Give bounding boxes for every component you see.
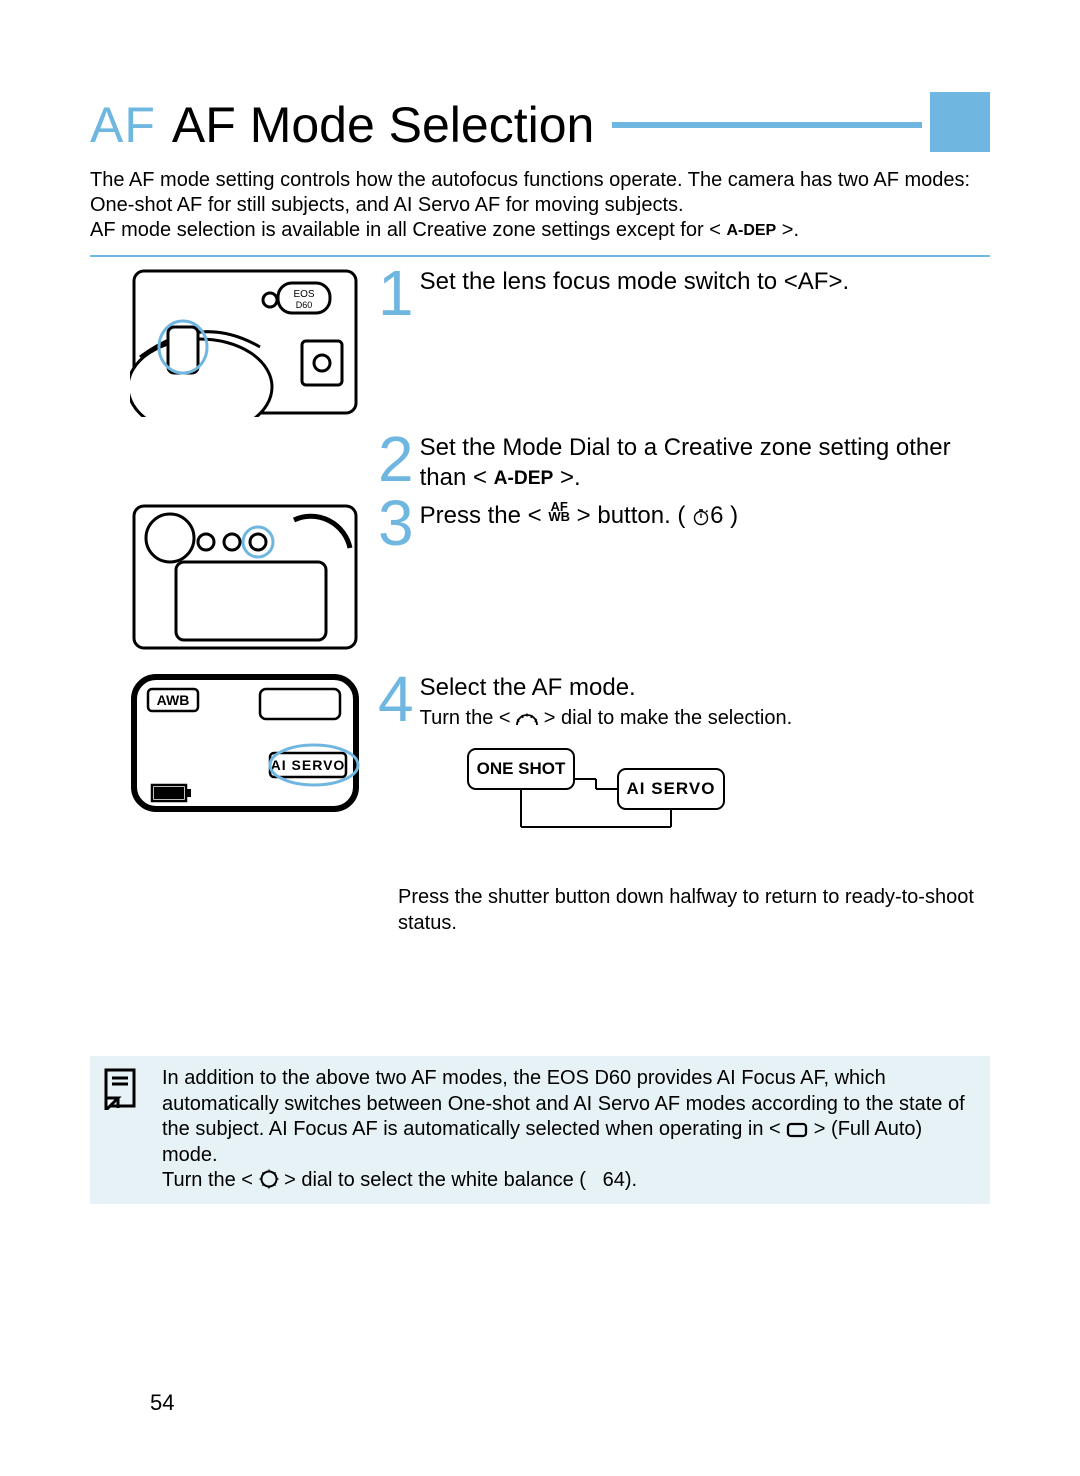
eos-badge-label: EOS	[293, 289, 314, 300]
step-3-text: 3 Press the < AF WB > button. (	[366, 497, 990, 555]
full-auto-icon	[786, 1122, 808, 1138]
step-2-heading-post: >.	[553, 464, 580, 491]
af-wb-button-icon: AF WB	[548, 502, 570, 523]
awb-label: AWB	[157, 692, 190, 708]
heading-decor	[612, 105, 990, 145]
page-number: 54	[150, 1390, 174, 1416]
step-4-row: AWB AI SERVO 4 Select the AF mode.	[90, 673, 990, 936]
heading-bar-block	[930, 92, 990, 152]
step-2-row: 2 Set the Mode Dial to a Creative zone s…	[90, 433, 990, 493]
note-wb-post: ).	[625, 1169, 637, 1191]
mode-ai-servo-label: AI SERVO	[627, 779, 716, 798]
quick-control-dial-icon	[259, 1169, 279, 1189]
note-icon	[102, 1066, 146, 1115]
step-3-heading: Press the < AF WB > button. ( 6 )	[378, 497, 990, 535]
step-4-sub-pre: Turn the <	[420, 707, 517, 729]
camera-lens-switch-illustration: EOS D60	[130, 267, 360, 417]
step-3-heading-pre: Press the <	[420, 502, 549, 529]
step-4-return-text: Press the shutter button down halfway to…	[398, 884, 990, 936]
step-3-row: 3 Press the < AF WB > button. (	[90, 497, 990, 657]
note-page-icon	[102, 1068, 140, 1110]
step-1-text: 1 Set the lens focus mode switch to <AF>…	[366, 267, 990, 325]
step-1-image-col: EOS D60	[90, 267, 366, 417]
step-4-image-col: AWB AI SERVO	[90, 673, 366, 813]
note-wb-mid: > dial to select the white balance (	[284, 1169, 586, 1191]
timer-value: 6	[710, 502, 723, 529]
step-4-number: 4	[378, 667, 414, 731]
eos-model-label: D60	[296, 300, 313, 310]
step-1-number: 1	[378, 261, 414, 325]
note-wb-page: 64	[603, 1169, 625, 1191]
intro-line-2-pre: AF mode selection is available in all Cr…	[90, 219, 726, 241]
note-text: In addition to the above two AF modes, t…	[146, 1066, 978, 1194]
divider-line	[90, 255, 990, 257]
timer-icon	[692, 508, 710, 526]
step-2-heading: Set the Mode Dial to a Creative zone set…	[378, 433, 990, 493]
note-box: In addition to the above two AF modes, t…	[90, 1056, 990, 1204]
manual-page: AF AF Mode Selection The AF mode setting…	[0, 0, 1080, 1476]
camera-af-wb-button-illustration	[130, 497, 360, 657]
intro-text: The AF mode setting controls how the aut…	[90, 168, 990, 243]
mode-one-shot-label: ONE SHOT	[477, 759, 566, 778]
note-wb-pre: Turn the <	[162, 1169, 253, 1191]
intro-line-2-post: >.	[776, 219, 799, 241]
steps-container: EOS D60 1 Set the lens focus mode switch…	[90, 267, 990, 936]
ai-servo-label: AI SERVO	[271, 757, 346, 773]
af-mode-diagram: ONE SHOT AI SERVO	[448, 741, 748, 856]
step-2-number: 2	[378, 427, 414, 491]
step-3-heading-mid: > button. (	[577, 502, 692, 529]
main-dial-icon	[516, 711, 538, 727]
step-3-image-col	[90, 497, 366, 657]
heading-prefix-af: AF	[90, 100, 156, 150]
step-2-text: 2 Set the Mode Dial to a Creative zone s…	[366, 433, 990, 493]
step-4-heading: Select the AF mode.	[378, 673, 990, 703]
adep-icon: A-DEP	[726, 222, 776, 239]
lcd-readout-illustration: AWB AI SERVO	[130, 673, 360, 813]
step-3-heading-post: )	[730, 502, 738, 529]
page-title: AF Mode Selection	[172, 100, 594, 150]
intro-line-1: The AF mode setting controls how the aut…	[90, 169, 970, 216]
step-4-sub: Turn the < > dial to make the selection.	[418, 705, 990, 731]
step-4-text: 4 Select the AF mode. Turn the < > dial …	[366, 673, 990, 936]
heading-row: AF AF Mode Selection	[90, 100, 990, 150]
af-wb-bot: WB	[548, 512, 570, 522]
step-4-sub-post: > dial to make the selection.	[544, 707, 792, 729]
step-1-heading: Set the lens focus mode switch to <AF>.	[378, 267, 990, 297]
step-1-row: EOS D60 1 Set the lens focus mode switch…	[90, 267, 990, 417]
adep-icon: A-DEP	[494, 468, 554, 489]
heading-bar-thin	[612, 122, 922, 128]
step-3-number: 3	[378, 491, 414, 555]
